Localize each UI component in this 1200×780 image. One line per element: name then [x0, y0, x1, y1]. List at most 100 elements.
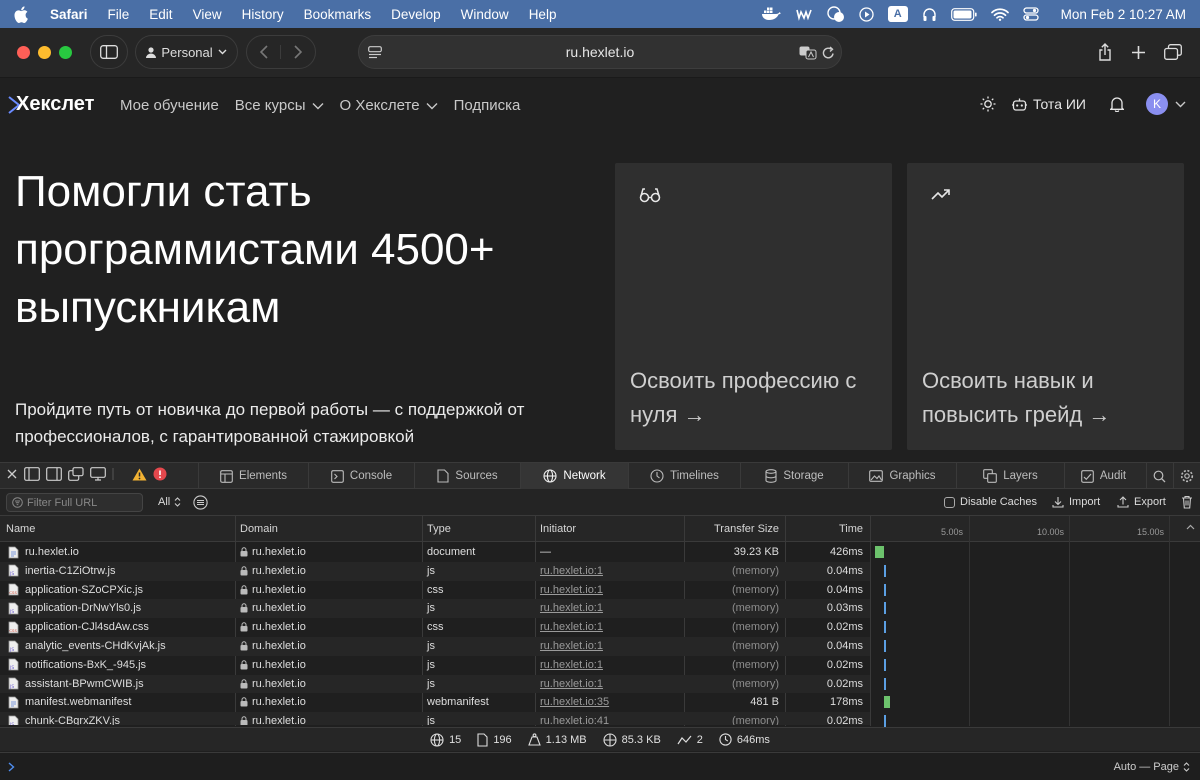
- table-row[interactable]: JS application-DrNwYls0.js ru.hexlet.io js r…: [0, 599, 870, 619]
- request-initiator[interactable]: ru.hexlet.io:1: [540, 599, 603, 617]
- tab-network[interactable]: Network: [520, 463, 628, 489]
- menu-develop[interactable]: Develop: [391, 7, 441, 22]
- user-menu[interactable]: K: [1146, 93, 1186, 115]
- waterfall-bar[interactable]: [884, 715, 886, 728]
- table-row[interactable]: manifest.webmanifest ru.hexlet.io webmanif…: [0, 693, 870, 712]
- url-text[interactable]: ru.hexlet.io: [359, 36, 841, 70]
- assistant-button[interactable]: Тота ИИ: [1012, 96, 1086, 112]
- table-row[interactable]: JS assistant-BPwmCWIB.js ru.hexlet.io js ru.…: [0, 674, 870, 694]
- reload-icon[interactable]: [822, 46, 835, 60]
- col-domain[interactable]: Domain: [240, 523, 278, 535]
- tab-elements[interactable]: Elements: [198, 463, 308, 489]
- import-button[interactable]: Import: [1052, 496, 1100, 508]
- menu-file[interactable]: File: [108, 7, 130, 22]
- table-row[interactable]: JS notifications-BxK_-945.js ru.hexlet.io j…: [0, 656, 870, 675]
- request-initiator[interactable]: ru.hexlet.io:41: [540, 712, 609, 725]
- tab-graphics[interactable]: Graphics: [848, 463, 956, 489]
- device-settings-icon[interactable]: [112, 467, 120, 481]
- menu-history[interactable]: History: [242, 7, 284, 22]
- warning-icon[interactable]: [132, 468, 147, 481]
- scroll-up-icon[interactable]: [1186, 524, 1195, 530]
- request-initiator[interactable]: ru.hexlet.io:1: [540, 675, 603, 693]
- address-bar[interactable]: ru.hexlet.io: [358, 35, 842, 69]
- new-tab-button[interactable]: [1121, 35, 1155, 69]
- col-transfer-size[interactable]: Transfer Size: [689, 523, 779, 535]
- share-button[interactable]: [1087, 35, 1123, 69]
- tab-overview-button[interactable]: [1155, 35, 1191, 69]
- request-initiator[interactable]: ru.hexlet.io:35: [540, 693, 609, 711]
- table-row[interactable]: JS analytic_events-CHdKvjAk.js ru.hexlet.i…: [0, 637, 870, 656]
- menu-view[interactable]: View: [193, 7, 222, 22]
- disable-caches-checkbox[interactable]: [944, 496, 955, 508]
- inspect-element-icon[interactable]: [90, 467, 106, 481]
- col-type[interactable]: Type: [427, 523, 451, 535]
- card-skill[interactable]: Освоить навык и повысить грейд →: [907, 163, 1184, 450]
- table-row[interactable]: CSS application-SZoCPXic.js ru.hexlet.io cs…: [0, 581, 870, 600]
- battery-icon[interactable]: [950, 7, 977, 21]
- waterfall-bar[interactable]: [884, 602, 886, 615]
- tab-audit[interactable]: Audit: [1064, 463, 1142, 489]
- nav-subscription[interactable]: Подписка: [454, 97, 521, 114]
- control-center-icon[interactable]: [1023, 7, 1039, 21]
- type-filter-select[interactable]: All: [158, 496, 181, 508]
- nav-my-learning[interactable]: Мое обучение: [120, 97, 219, 114]
- tab-sources[interactable]: Sources: [414, 463, 520, 489]
- headphones-icon[interactable]: [922, 7, 937, 22]
- table-row[interactable]: JS inertia-C1ZiOtrw.js ru.hexlet.io js ru.he…: [0, 561, 870, 581]
- site-logo[interactable]: Хекслет: [8, 93, 94, 116]
- waterfall-bar[interactable]: [884, 658, 886, 671]
- minimize-window-button[interactable]: [38, 46, 51, 59]
- waterfall-bar[interactable]: [884, 640, 886, 652]
- request-initiator[interactable]: ru.hexlet.io:1: [540, 656, 603, 674]
- close-inspector-icon[interactable]: [6, 468, 18, 480]
- dock-bottom-icon[interactable]: [24, 467, 40, 481]
- table-row[interactable]: ru.hexlet.io ru.hexlet.io document — 39.23 K…: [0, 543, 870, 562]
- error-icon[interactable]: [153, 467, 167, 481]
- disable-caches-toggle[interactable]: Disable Caches: [944, 496, 1037, 508]
- play-icon[interactable]: [859, 6, 874, 22]
- request-initiator[interactable]: ru.hexlet.io:1: [540, 562, 603, 580]
- waterfall-bar[interactable]: [884, 583, 886, 596]
- request-initiator[interactable]: ru.hexlet.io:1: [540, 637, 603, 655]
- detach-window-icon[interactable]: [68, 467, 84, 481]
- translate-icon[interactable]: [799, 46, 817, 60]
- waterfall-bar[interactable]: [884, 564, 886, 577]
- card-profession[interactable]: Освоить профессию с нуля →: [615, 163, 892, 450]
- menu-edit[interactable]: Edit: [149, 7, 172, 22]
- back-button[interactable]: [247, 45, 282, 59]
- tab-storage[interactable]: Storage: [740, 463, 848, 489]
- theme-toggle-sun-icon[interactable]: [980, 96, 996, 112]
- tab-timelines[interactable]: Timelines: [628, 463, 740, 489]
- menu-app-name[interactable]: Safari: [50, 7, 88, 22]
- waterfall-bar[interactable]: [884, 696, 890, 709]
- nav-all-courses[interactable]: Все курсы: [235, 97, 324, 114]
- export-button[interactable]: Export: [1117, 496, 1166, 508]
- dock-side-icon[interactable]: [46, 467, 62, 481]
- filter-url-input[interactable]: Filter Full URL: [6, 493, 143, 512]
- zoom-window-button[interactable]: [59, 46, 72, 59]
- waterfall-bar[interactable]: [875, 546, 884, 558]
- apple-icon[interactable]: [14, 5, 32, 23]
- tab-layers[interactable]: Layers: [956, 463, 1064, 489]
- table-row[interactable]: CSS application-CJl4sdAw.css ru.hexlet.io c…: [0, 618, 870, 637]
- menu-window[interactable]: Window: [461, 7, 509, 22]
- wifi-icon[interactable]: [990, 7, 1009, 21]
- request-initiator[interactable]: ru.hexlet.io:1: [540, 618, 603, 636]
- settings-button[interactable]: [1173, 463, 1200, 489]
- search-button[interactable]: [1146, 463, 1172, 489]
- sync-icon[interactable]: [795, 7, 813, 21]
- waterfall-bar[interactable]: [884, 677, 886, 690]
- clear-trash-icon[interactable]: [1181, 495, 1193, 509]
- input-source-icon[interactable]: A: [887, 6, 908, 22]
- close-window-button[interactable]: [17, 46, 30, 59]
- menu-clock[interactable]: Mon Feb 2 10:27 AM: [1061, 7, 1186, 22]
- col-name[interactable]: Name: [6, 523, 35, 535]
- menu-bookmarks[interactable]: Bookmarks: [304, 7, 372, 22]
- execution-context-select[interactable]: Auto — Page: [1114, 761, 1190, 773]
- sidebar-toggle-button[interactable]: [90, 35, 128, 69]
- nav-about[interactable]: О Хекслете: [340, 97, 438, 114]
- tab-console[interactable]: Console: [308, 463, 414, 489]
- forward-button[interactable]: [281, 45, 315, 59]
- bell-icon[interactable]: [1110, 96, 1124, 112]
- profile-button[interactable]: Personal: [135, 35, 238, 69]
